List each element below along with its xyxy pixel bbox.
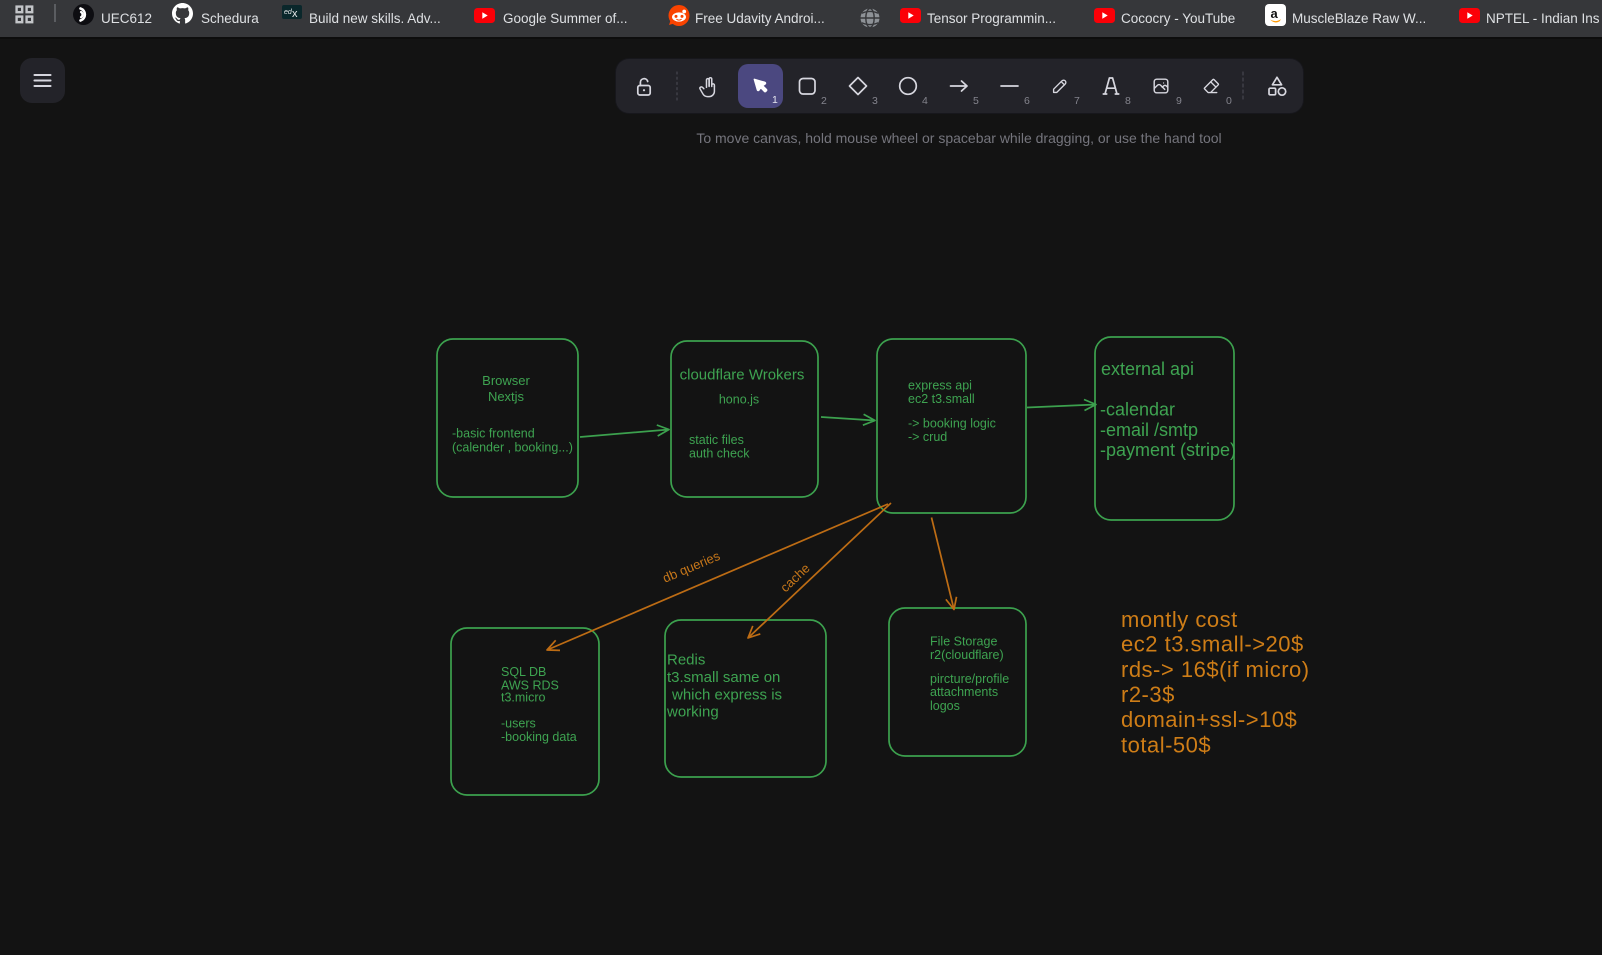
svg-text:-booking data: -booking data <box>501 730 577 744</box>
svg-text:-payment (stripe): -payment (stripe) <box>1100 440 1236 460</box>
svg-text:-basic frontend: -basic frontend <box>452 427 535 441</box>
svg-text:total-50$: total-50$ <box>1121 733 1211 758</box>
svg-text:domain+ssl->10$: domain+ssl->10$ <box>1121 707 1297 732</box>
svg-text:db queries: db queries <box>660 548 722 586</box>
svg-text:external api: external api <box>1101 359 1194 379</box>
svg-text:SQL DB: SQL DB <box>501 665 546 679</box>
svg-text:8: 8 <box>1125 95 1131 107</box>
svg-text:4: 4 <box>922 95 928 107</box>
svg-text:Browser: Browser <box>482 373 530 388</box>
svg-text:x: x <box>292 8 298 19</box>
svg-text:t3.small same on: t3.small same on <box>667 669 780 686</box>
svg-text:2: 2 <box>821 95 827 107</box>
svg-text:Nextjs: Nextjs <box>488 389 525 404</box>
svg-text:pircture/profile: pircture/profile <box>930 672 1009 686</box>
svg-text:r2-3$: r2-3$ <box>1121 682 1175 707</box>
svg-text:which express is: which express is <box>671 687 782 704</box>
svg-text:-email /smtp: -email /smtp <box>1100 420 1198 440</box>
svg-text:hono.js: hono.js <box>719 393 759 407</box>
svg-text:cache: cache <box>777 560 813 595</box>
svg-text:express api: express api <box>908 379 972 393</box>
svg-text:9: 9 <box>1176 95 1182 107</box>
svg-text:attachments: attachments <box>930 685 998 699</box>
svg-text:ec2 t3.small: ec2 t3.small <box>908 392 975 406</box>
svg-text:(calender , booking...): (calender , booking...) <box>452 441 573 455</box>
svg-text:7: 7 <box>1074 95 1080 107</box>
svg-text:montly cost: montly cost <box>1121 607 1238 632</box>
svg-text:-> booking logic: -> booking logic <box>908 417 996 431</box>
svg-text:-users: -users <box>501 717 536 731</box>
svg-text:r2(cloudflare): r2(cloudflare) <box>930 648 1004 662</box>
svg-text:logos: logos <box>930 699 960 713</box>
svg-text:static files: static files <box>689 433 744 447</box>
svg-text:a: a <box>1271 6 1279 21</box>
svg-text:3: 3 <box>872 95 878 107</box>
svg-text:-calendar: -calendar <box>1100 400 1175 420</box>
svg-text:working: working <box>666 704 719 721</box>
svg-text:rds-> 16$(if micro): rds-> 16$(if micro) <box>1121 657 1310 682</box>
svg-text:Redis: Redis <box>667 652 705 669</box>
svg-text:auth check: auth check <box>689 447 750 461</box>
svg-text:cloudflare Wrokers: cloudflare Wrokers <box>680 367 805 384</box>
svg-text:6: 6 <box>1024 95 1030 107</box>
svg-text:5: 5 <box>973 95 979 107</box>
svg-text:File Storage: File Storage <box>930 635 997 649</box>
svg-text:ec2 t3.small->20$: ec2 t3.small->20$ <box>1121 632 1304 657</box>
svg-text:0: 0 <box>1226 95 1232 107</box>
svg-text:1: 1 <box>772 94 778 106</box>
svg-text:t3.micro: t3.micro <box>501 691 546 705</box>
svg-text:-> crud: -> crud <box>908 430 947 444</box>
